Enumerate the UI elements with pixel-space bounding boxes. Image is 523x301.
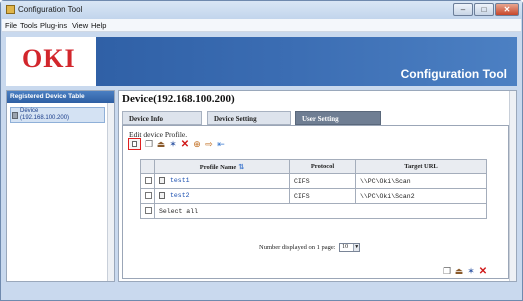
export-icon[interactable]: ⇨ — [204, 139, 214, 150]
row-checkbox[interactable] — [145, 177, 152, 185]
menu-plugins[interactable]: Plug-ins — [40, 21, 67, 30]
page-size-select[interactable]: 10 ▼ — [339, 243, 361, 252]
import-icon[interactable]: ⏏ — [156, 139, 166, 150]
tab-device-setting[interactable]: Device Setting — [207, 111, 291, 125]
delete-icon[interactable]: ✕ — [180, 139, 190, 150]
profile-doc-icon — [159, 177, 165, 185]
header-protocol: Protocol — [289, 159, 356, 174]
delete-icon[interactable]: ✕ — [478, 266, 488, 277]
sort-icon[interactable]: ⇅ — [238, 163, 244, 171]
wand-icon[interactable]: ✶ — [466, 266, 476, 277]
bottom-toolbar: ❐ ⏏ ✶ ✕ — [434, 266, 494, 277]
paging-label: Number displayed on 1 page: — [259, 243, 336, 251]
menu-view[interactable]: View — [72, 21, 88, 30]
menu-help[interactable]: Help — [91, 21, 106, 30]
page-size-value: 10 — [342, 244, 349, 250]
tab-device-info[interactable]: Device Info — [122, 111, 202, 125]
arrange-icon[interactable]: ⇤ — [216, 139, 226, 150]
header-check — [140, 159, 155, 174]
profile-doc-icon — [159, 192, 165, 200]
main-panel: Device(192.168.100.200) Device Info Devi… — [118, 90, 517, 282]
page-title: Device(192.168.100.200) — [122, 93, 235, 105]
wand-icon[interactable]: ✶ — [168, 139, 178, 150]
menu-file[interactable]: File — [5, 21, 17, 30]
paging-control: Number displayed on 1 page: 10 ▼ — [259, 243, 361, 252]
device-ip: (192.168.100.200) — [20, 115, 70, 121]
import-icon[interactable]: ⏏ — [454, 266, 464, 277]
device-table-header: Registered Device Table — [7, 91, 114, 103]
header-target-url: Target URL — [355, 159, 487, 174]
target-url-cell: \\PC\Oki\Scan — [355, 173, 487, 189]
menu-bar: File Tools Plug-ins View Help — [2, 19, 521, 32]
title-bar: Configuration Tool – □ ✕ — [1, 1, 522, 19]
device-name: Device — [20, 108, 39, 114]
window-title: Configuration Tool — [18, 5, 83, 14]
menu-tools[interactable]: Tools — [20, 21, 38, 30]
banner: OKI Configuration Tool — [6, 37, 517, 86]
profile-table: Profile Name ⇅ Protocol Target URL test1 … — [140, 159, 487, 219]
close-button[interactable]: ✕ — [495, 3, 519, 16]
device-table-panel: Registered Device Table Device (192.168.… — [6, 90, 115, 282]
protocol-cell: CIFS — [289, 173, 356, 189]
header-profile-name[interactable]: Profile Name — [200, 164, 237, 171]
copy-icon[interactable]: ❐ — [144, 139, 154, 150]
chevron-down-icon[interactable]: ▼ — [353, 244, 360, 251]
main-scrollbar[interactable] — [509, 91, 516, 281]
table-row[interactable]: test2 CIFS \\PC\Oki\Scan2 — [140, 188, 487, 204]
select-all-label: Select all — [154, 203, 487, 219]
logo-area: OKI — [6, 37, 96, 86]
profile-name-link[interactable]: test1 — [170, 178, 190, 185]
target-url-cell: \\PC\Oki\Scan2 — [355, 188, 487, 204]
profile-name-link[interactable]: test2 — [170, 193, 190, 200]
device-list-item[interactable]: Device (192.168.100.200) — [10, 107, 105, 123]
user-setting-panel: Edit device Profile. ❐ ⏏ ✶ ✕ ⊕ ⇨ ⇤ Profi… — [122, 125, 509, 279]
protocol-cell: CIFS — [289, 188, 356, 204]
table-header-row: Profile Name ⇅ Protocol Target URL — [140, 159, 487, 174]
oki-logo: OKI — [22, 44, 76, 73]
select-all-checkbox[interactable] — [145, 207, 152, 215]
maximize-button[interactable]: □ — [474, 3, 494, 16]
row-checkbox[interactable] — [145, 192, 152, 200]
table-row[interactable]: test1 CIFS \\PC\Oki\Scan — [140, 173, 487, 189]
edit-profile-icon[interactable] — [128, 138, 141, 150]
add-icon[interactable]: ⊕ — [192, 139, 202, 150]
app-icon — [6, 5, 15, 14]
banner-title: Configuration Tool — [400, 67, 507, 81]
app-window: Configuration Tool – □ ✕ File Tools Plug… — [0, 0, 523, 301]
select-all-row: Select all — [140, 203, 487, 219]
copy-icon[interactable]: ❐ — [442, 266, 452, 277]
tab-user-setting[interactable]: User Setting — [295, 111, 381, 125]
printer-icon — [12, 112, 18, 119]
left-scrollbar[interactable] — [107, 103, 114, 281]
minimize-button[interactable]: – — [453, 3, 473, 16]
